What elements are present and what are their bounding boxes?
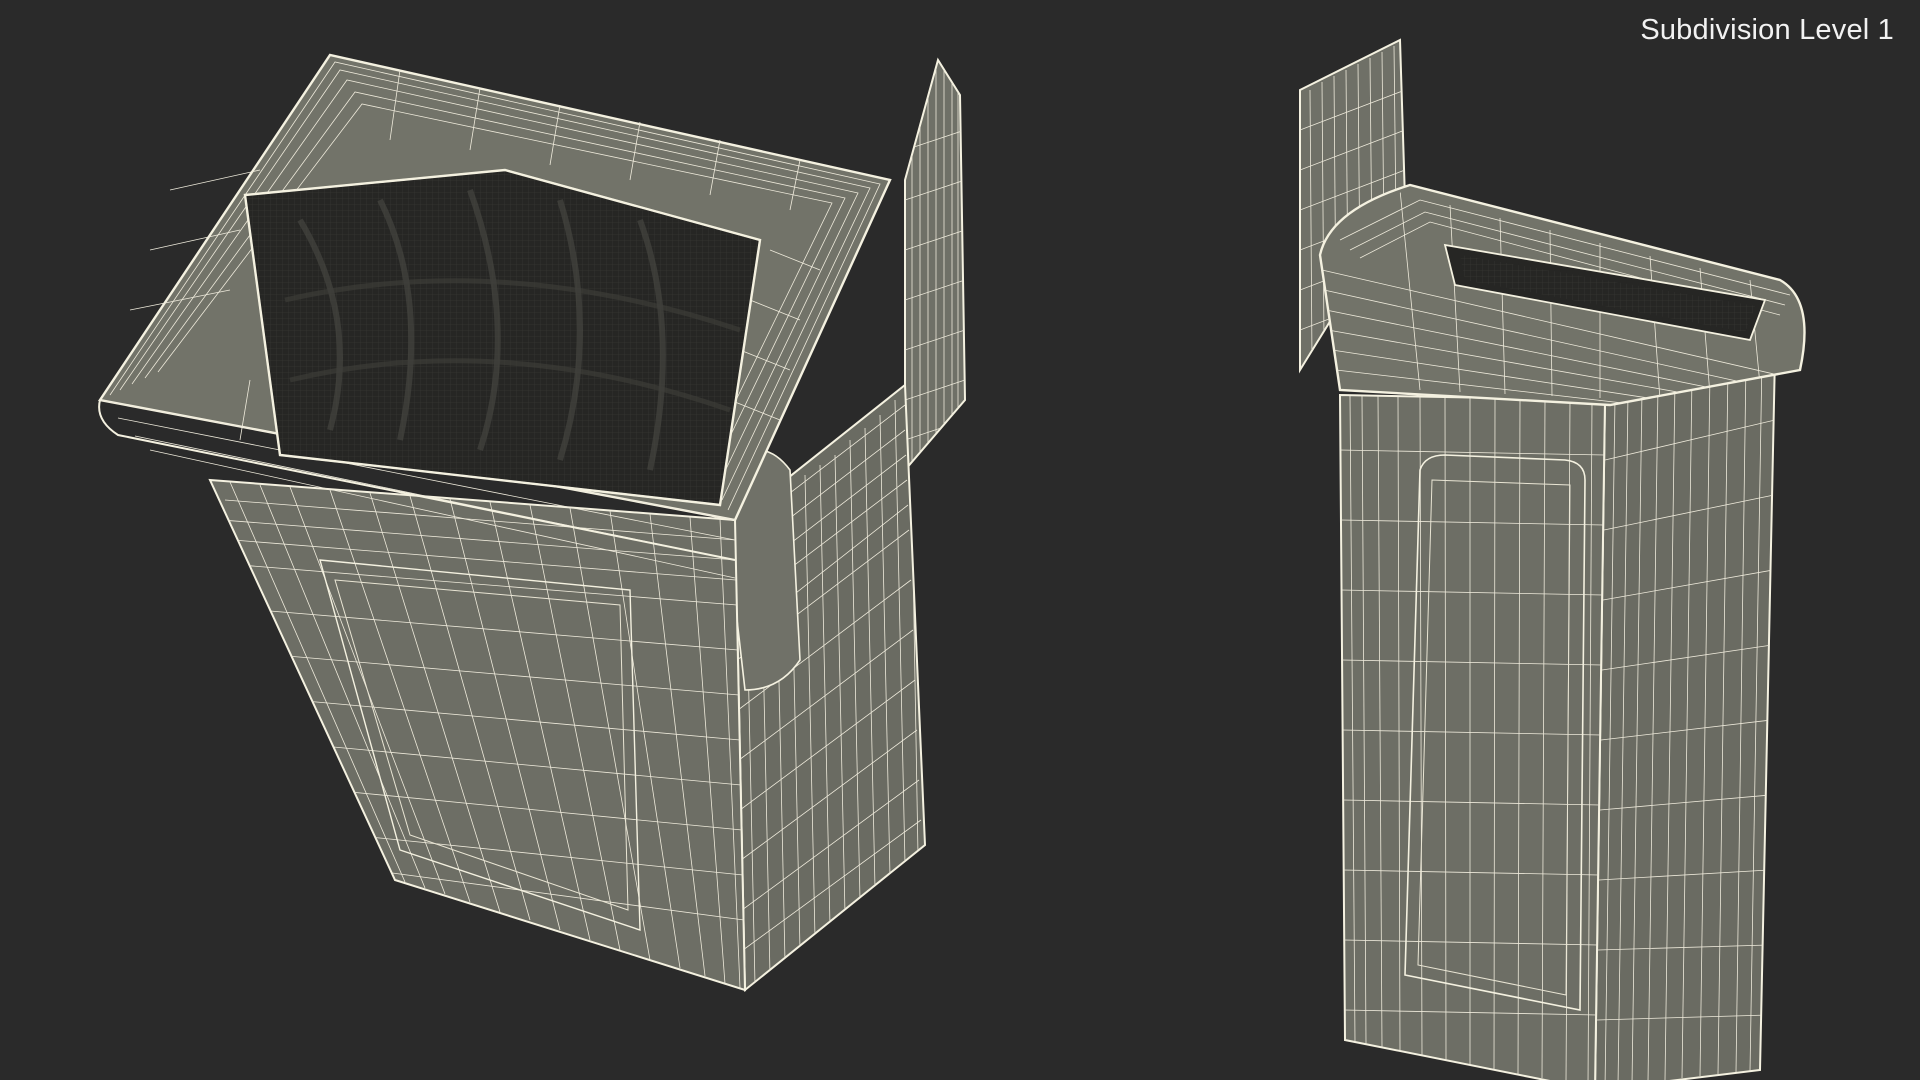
render-canvas — [97, 38, 1806, 1080]
bin-front-wall-left — [208, 478, 747, 992]
subdivision-level-label: Subdivision Level 1 — [1640, 14, 1894, 46]
trash-bin-model-left — [97, 53, 967, 993]
trash-bin-model-right — [1299, 38, 1806, 1080]
render-viewport: Subdivision Level 1 — [0, 0, 1920, 1080]
bin-front-wall-right — [1338, 393, 1607, 1080]
bin-back-flap-left — [904, 57, 967, 473]
bin-side-wall-right — [1594, 353, 1777, 1080]
